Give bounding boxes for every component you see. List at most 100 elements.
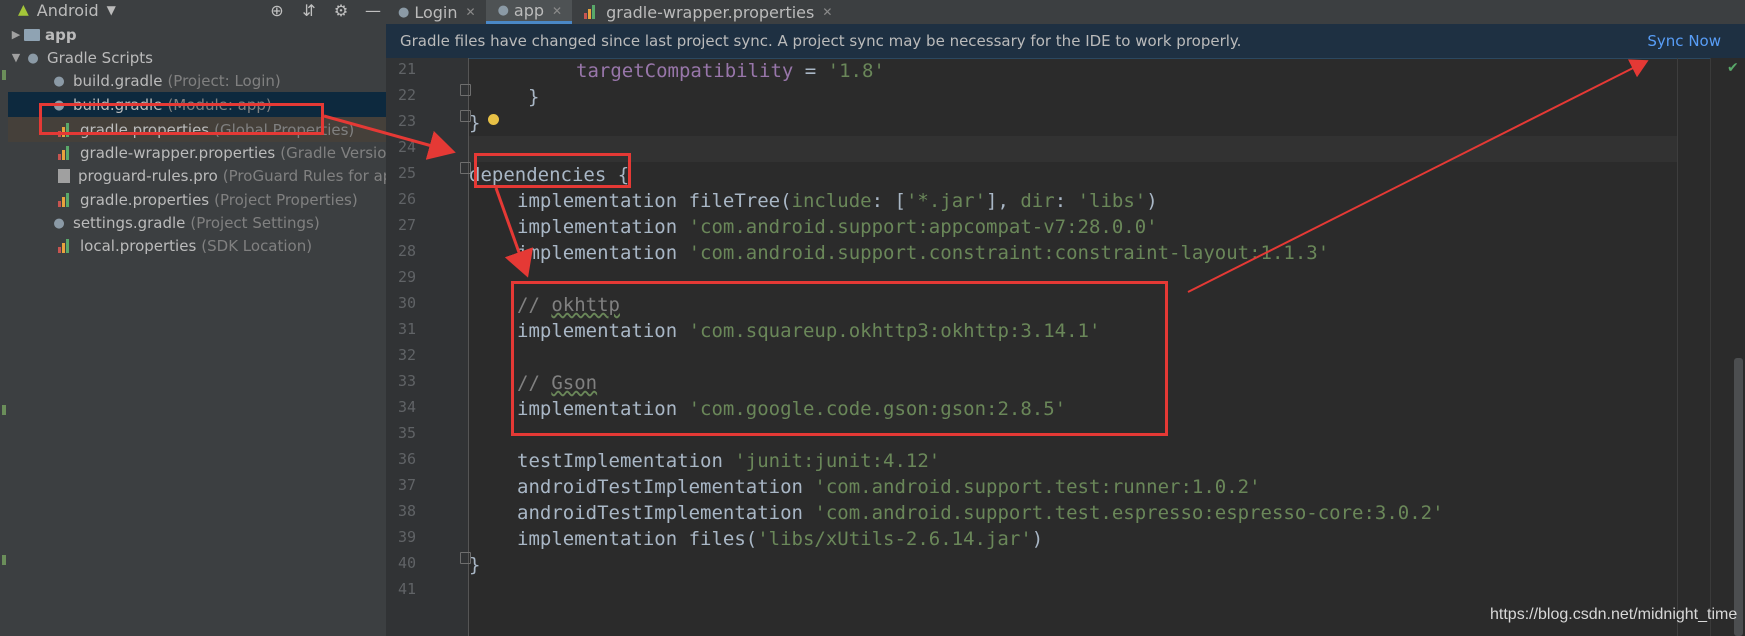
scrollbar-thumb[interactable] (1734, 358, 1743, 636)
tree-item-settings-gradle[interactable]: ● settings.gradle (Project Settings) (8, 210, 386, 235)
line-number: 37 (397, 476, 416, 494)
locate-icon[interactable]: ⊕ (268, 1, 286, 20)
project-view-selector[interactable]: ▲ Android ▼ ⊕ ⇵ ⚙ — (8, 0, 386, 20)
line-number: 36 (397, 450, 416, 468)
right-margin-guide (1677, 58, 1678, 636)
tab-label: Login (414, 2, 458, 22)
chevron-down-icon: ▼ (106, 3, 116, 17)
tree-item-label: proguard-rules.pro (78, 166, 218, 185)
editor-tabs: ● Login ✕ ● app ✕ gradle-wrapper.propert… (386, 0, 1745, 25)
checkmark-icon: ✔ (1727, 60, 1739, 76)
properties-icon (584, 5, 598, 19)
watermark: https://blog.csdn.net/midnight_time (1490, 606, 1738, 623)
line-number: 28 (397, 242, 416, 260)
code-line: } (469, 554, 481, 576)
tree-item-proguard-rules[interactable]: proguard-rules.pro (ProGuard Rules for a… (8, 163, 386, 188)
code-line: // Gson (517, 372, 598, 394)
sync-now-link[interactable]: Sync Now (1647, 32, 1721, 50)
code-line: implementation 'com.google.code.gson:gso… (517, 398, 1067, 420)
collapse-all-icon[interactable]: ⇵ (300, 1, 318, 20)
tree-item-gradle-properties-project[interactable]: gradle.properties (Project Properties) (8, 187, 386, 212)
line-number: 29 (397, 268, 416, 286)
line-number: 24 (397, 138, 416, 156)
line-number: 33 (397, 372, 416, 390)
close-icon[interactable]: ✕ (822, 5, 832, 19)
properties-icon (58, 122, 72, 137)
line-number: 25 (397, 164, 416, 182)
tree-item-gradle-scripts[interactable]: ▼ ● Gradle Scripts (8, 45, 386, 70)
tree-item-hint: (Module: app) (167, 95, 272, 114)
code-line: androidTestImplementation 'com.android.s… (517, 476, 1261, 498)
code-line: implementation fileTree(include: ['*.jar… (517, 190, 1158, 212)
tree-item-app[interactable]: ▶ app (8, 22, 386, 47)
tree-item-label: local.properties (80, 236, 197, 255)
tool-window-marker (2, 405, 6, 415)
project-panel-toolbar: ⊕ ⇵ ⚙ — (268, 0, 386, 20)
gradle-icon: ● (497, 3, 509, 18)
tab-label: gradle-wrapper.properties (606, 2, 815, 22)
gradle-icon: ● (398, 4, 410, 20)
line-number: 40 (397, 554, 416, 572)
code-line: testImplementation 'junit:junit:4.12' (517, 450, 941, 472)
line-number: 27 (397, 216, 416, 234)
gradle-icon: ● (53, 215, 65, 231)
code-line: } (469, 112, 481, 134)
tool-window-marker (2, 70, 6, 80)
tab-app[interactable]: ● app ✕ (485, 0, 573, 24)
properties-icon (58, 238, 72, 253)
line-number: 26 (397, 190, 416, 208)
file-icon (58, 168, 70, 183)
line-number: 35 (397, 424, 416, 442)
line-number: 21 (397, 60, 416, 78)
line-number: 22 (397, 86, 416, 104)
tab-label: app (513, 1, 545, 20)
tree-item-local-properties[interactable]: local.properties (SDK Location) (8, 233, 386, 258)
line-number: 31 (397, 320, 416, 338)
android-icon: ▲ (18, 2, 29, 18)
caret-line-highlight (469, 136, 1677, 162)
tree-item-label: build.gradle (73, 95, 163, 114)
tree-item-hint: (Project Properties) (214, 190, 358, 209)
tree-item-label: app (45, 25, 77, 44)
tree-item-gradle-properties-global[interactable]: gradle.properties (Global Properties) (8, 117, 386, 142)
line-number: 41 (397, 580, 416, 598)
line-number: 34 (397, 398, 416, 416)
line-number: 39 (397, 528, 416, 546)
tree-item-label: gradle-wrapper.properties (80, 143, 276, 162)
line-number-gutter: 21 22 23 24 25 26 27 28 29 30 31 32 33 3… (386, 58, 471, 636)
code-line: implementation 'com.squareup.okhttp3:okh… (517, 320, 1101, 342)
code-line: androidTestImplementation 'com.android.s… (517, 502, 1444, 524)
minimize-icon[interactable]: — (364, 1, 382, 20)
gradle-icon: ● (53, 73, 65, 89)
tab-login[interactable]: ● Login ✕ (386, 0, 486, 24)
expand-arrow-icon[interactable]: ▶ (8, 28, 24, 41)
tree-item-label: Gradle Scripts (47, 48, 153, 67)
close-icon[interactable]: ✕ (552, 4, 562, 18)
project-view-label: Android (36, 0, 99, 20)
code-line: } (528, 86, 540, 108)
line-number: 30 (397, 294, 416, 312)
properties-icon (58, 145, 72, 160)
code-line: dependencies { (469, 164, 630, 186)
tree-item-hint: (SDK Location) (201, 236, 313, 255)
sync-notification-banner: Gradle files have changed since last pro… (386, 24, 1745, 59)
gear-icon[interactable]: ⚙ (332, 1, 350, 20)
tool-window-marker (2, 555, 6, 565)
code-line: targetCompatibility = '1.8' (576, 60, 885, 82)
code-editor[interactable]: targetCompatibility = '1.8' } } dependen… (469, 58, 1677, 636)
line-number: 23 (397, 112, 416, 130)
tree-item-build-gradle-module[interactable]: ● build.gradle (Module: app) (8, 92, 386, 117)
properties-icon (58, 192, 72, 207)
folder-icon (24, 28, 40, 41)
gradle-icon: ● (53, 97, 65, 113)
tree-item-gradle-wrapper-properties[interactable]: gradle-wrapper.properties (Gradle Versio… (8, 140, 386, 165)
code-line: implementation 'com.android.support.cons… (517, 242, 1330, 264)
gradle-icon: ● (27, 50, 39, 66)
tree-item-hint: (Global Properties) (214, 120, 355, 139)
tab-gradle-wrapper-properties[interactable]: gradle-wrapper.properties ✕ (572, 0, 842, 24)
code-line: // okhttp (517, 294, 620, 316)
close-icon[interactable]: ✕ (466, 5, 476, 19)
tree-item-build-gradle-project[interactable]: ● build.gradle (Project: Login) (8, 68, 386, 93)
collapse-arrow-icon[interactable]: ▼ (8, 51, 24, 64)
project-panel: ▲ Android ▼ ⊕ ⇵ ⚙ — ▶ app ▼ ● Gradle Scr… (8, 0, 386, 636)
